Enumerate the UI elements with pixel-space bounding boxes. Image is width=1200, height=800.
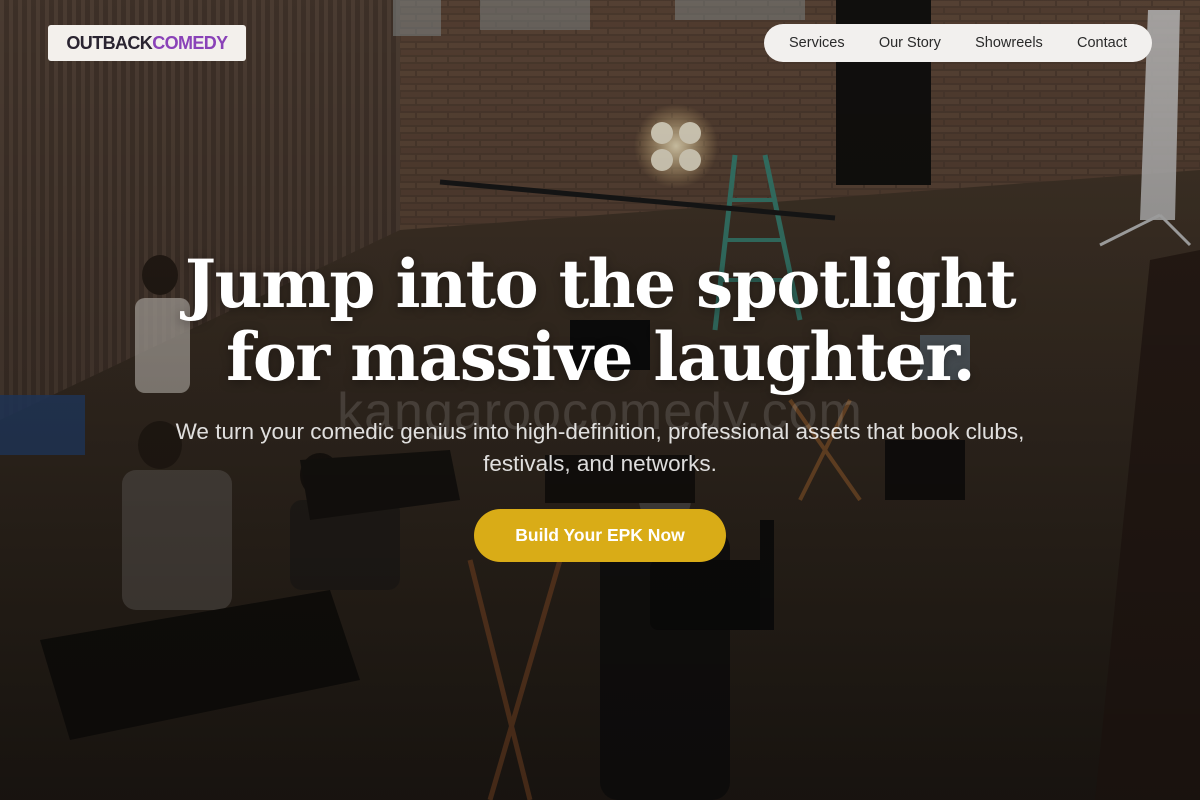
hero-headline-line-2: for massive laughter.	[225, 318, 976, 396]
hero-content: kangaroocomedy.com Jump into the spotlig…	[0, 248, 1200, 562]
hero-section: OUTBACK COMEDY Services Our Story Showree…	[0, 0, 1200, 800]
hero-subheadline: We turn your comedic genius into high-de…	[175, 419, 1025, 476]
hero-headline: Jump into the spotlight for massive laug…	[100, 248, 1100, 394]
nav-link-our-story[interactable]: Our Story	[879, 35, 941, 51]
nav-link-contact[interactable]: Contact	[1077, 35, 1127, 51]
hero-headline-line-1: Jump into the spotlight	[184, 245, 1017, 323]
logo-text-primary: OUTBACK	[66, 32, 153, 53]
nav-link-showreels[interactable]: Showreels	[975, 35, 1043, 51]
build-epk-button[interactable]: Build Your EPK Now	[474, 509, 726, 562]
logo[interactable]: OUTBACK COMEDY	[48, 25, 246, 61]
nav-link-services[interactable]: Services	[789, 35, 845, 51]
main-nav: Services Our Story Showreels Contact	[764, 24, 1152, 62]
logo-text-accent: COMEDY	[152, 32, 228, 53]
